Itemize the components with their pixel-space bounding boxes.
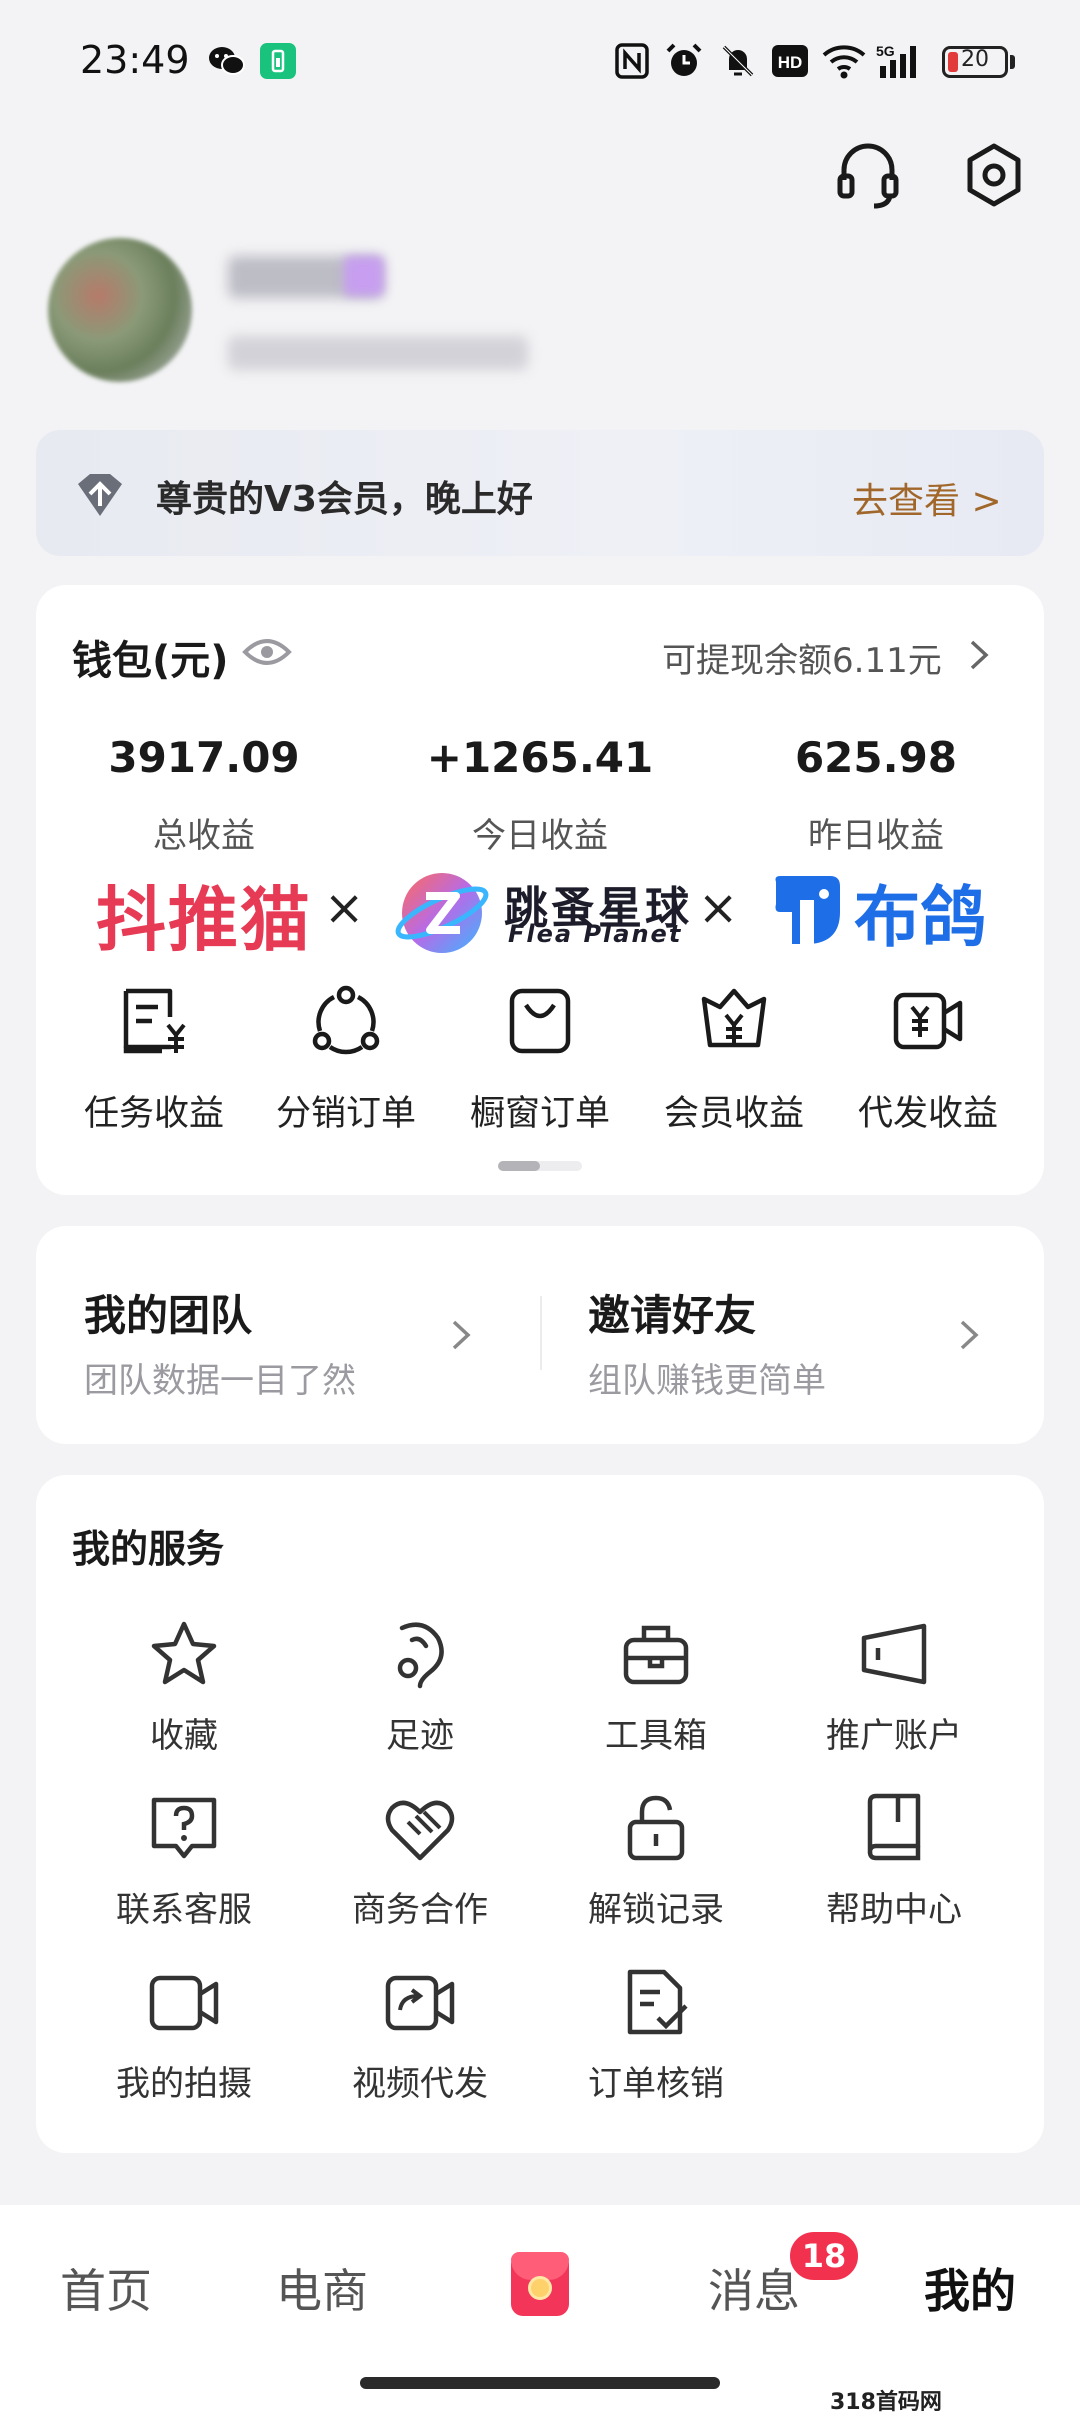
total-income-value: 3917.09 <box>108 733 300 782</box>
battery-icon: 20 <box>942 46 1008 78</box>
settings-icon[interactable] <box>962 140 1026 210</box>
user-tag-blurred <box>344 256 384 296</box>
headset-icon[interactable] <box>836 140 900 210</box>
invite-friends-title[interactable]: 邀请好友 <box>588 1282 756 1343</box>
nav-messages[interactable]: 消息 <box>708 2255 800 2321</box>
avatar[interactable] <box>48 238 192 382</box>
home-indicator <box>360 2377 720 2389</box>
app-notification-icon <box>258 42 298 80</box>
order-showcase[interactable]: 橱窗订单 <box>442 1085 638 1136</box>
hd-icon: HD <box>770 42 810 80</box>
member-greeting: 尊贵的V3会员，晚上好 <box>156 479 533 520</box>
invite-friends-subtitle: 组队赚钱更简单 <box>588 1361 826 1401</box>
messages-badge: 18 <box>786 2228 862 2284</box>
battery-tip <box>1010 55 1015 69</box>
chevron-right-icon[interactable] <box>958 1318 980 1352</box>
withdrawable-balance[interactable]: 可提现余额6.11元 <box>662 633 942 682</box>
service-video-distribution[interactable]: 视频代发 <box>310 2056 530 2105</box>
buge-logo-icon <box>770 872 846 948</box>
service-favorites[interactable]: 收藏 <box>74 1708 294 1757</box>
video-share-icon <box>384 1966 456 2038</box>
star-icon <box>148 1618 220 1690</box>
orders-card <box>36 925 1044 1195</box>
services-title: 我的服务 <box>72 1527 225 1571</box>
service-contact-support[interactable]: 联系客服 <box>74 1882 294 1931</box>
vip-badge-icon <box>72 466 128 522</box>
service-my-shoots[interactable]: 我的拍摄 <box>74 2056 294 2105</box>
brand-separator-2: × <box>698 880 739 936</box>
wifi-icon <box>822 42 866 80</box>
video-yuan-icon <box>892 985 964 1057</box>
footprint-icon <box>384 1618 456 1690</box>
team-divider <box>540 1296 542 1370</box>
alarm-icon <box>664 42 704 80</box>
promo-account-icon <box>858 1618 930 1690</box>
member-view-link[interactable]: 去查看 > <box>852 472 1002 524</box>
service-help-center[interactable]: 帮助中心 <box>784 1882 1004 1931</box>
mute-bell-icon <box>718 42 758 80</box>
brand-doutuimao: 抖推猫 <box>96 879 312 961</box>
my-team-subtitle: 团队数据一目了然 <box>84 1361 356 1401</box>
handshake-heart-icon <box>384 1792 456 1864</box>
service-order-verification[interactable]: 订单核销 <box>546 2056 766 2105</box>
brand-buge: 布鸽 <box>854 879 986 956</box>
task-income-icon <box>118 985 190 1057</box>
flea-planet-logo-icon <box>392 866 492 960</box>
unlock-icon <box>620 1792 692 1864</box>
order-task-income[interactable]: 任务收益 <box>56 1085 252 1136</box>
svg-text:5G: 5G <box>876 43 895 59</box>
brand-flea-planet-en: Flea Planet <box>508 920 683 948</box>
service-footprint[interactable]: 足迹 <box>310 1708 530 1757</box>
my-team-title[interactable]: 我的团队 <box>84 1282 252 1343</box>
chevron-right-icon[interactable] <box>968 638 990 672</box>
nav-me[interactable]: 我的 <box>924 2255 1016 2321</box>
order-distribution[interactable]: 分销订单 <box>248 1085 444 1136</box>
help-chat-icon <box>148 1792 220 1864</box>
book-icon <box>858 1792 930 1864</box>
today-income-label: 今日收益 <box>472 816 608 856</box>
service-business[interactable]: 商务合作 <box>310 1882 530 1931</box>
user-id-blurred <box>228 336 528 370</box>
nfc-icon <box>614 42 650 80</box>
wechat-icon <box>206 42 246 80</box>
wallet-title: 钱包(元) <box>72 638 229 684</box>
toolbox-icon <box>620 1618 692 1690</box>
service-toolbox[interactable]: 工具箱 <box>546 1708 766 1757</box>
eye-icon[interactable] <box>242 630 292 674</box>
service-promo-account[interactable]: 推广账户 <box>784 1708 1004 1757</box>
camera-icon <box>148 1966 220 2038</box>
red-envelope-seal <box>528 2276 552 2300</box>
order-member-income[interactable]: 会员收益 <box>636 1085 832 1136</box>
signal-5g-icon: 5G <box>876 42 926 80</box>
service-unlock-records[interactable]: 解锁记录 <box>546 1882 766 1931</box>
nav-home[interactable]: 首页 <box>60 2255 152 2321</box>
distribution-icon <box>310 985 382 1057</box>
nav-ecommerce[interactable]: 电商 <box>276 2255 368 2321</box>
order-verify-icon <box>620 1966 692 2038</box>
total-income-label: 总收益 <box>153 816 255 856</box>
crown-yuan-icon <box>698 985 770 1057</box>
shopping-bag-icon <box>504 985 576 1057</box>
svg-text:HD: HD <box>778 53 803 72</box>
today-income-value: +1265.41 <box>426 733 654 782</box>
yesterday-income-label: 昨日收益 <box>808 816 944 856</box>
watermark: 318首码网 www.e318.com <box>830 2390 942 2412</box>
scroll-indicator-thumb <box>498 1161 540 1171</box>
status-time: 23:49 <box>80 38 190 82</box>
order-proxy-income[interactable]: 代发收益 <box>830 1085 1026 1136</box>
brand-separator: × <box>324 880 365 936</box>
yesterday-income-value: 625.98 <box>794 733 958 782</box>
chevron-right-icon[interactable] <box>450 1318 472 1352</box>
